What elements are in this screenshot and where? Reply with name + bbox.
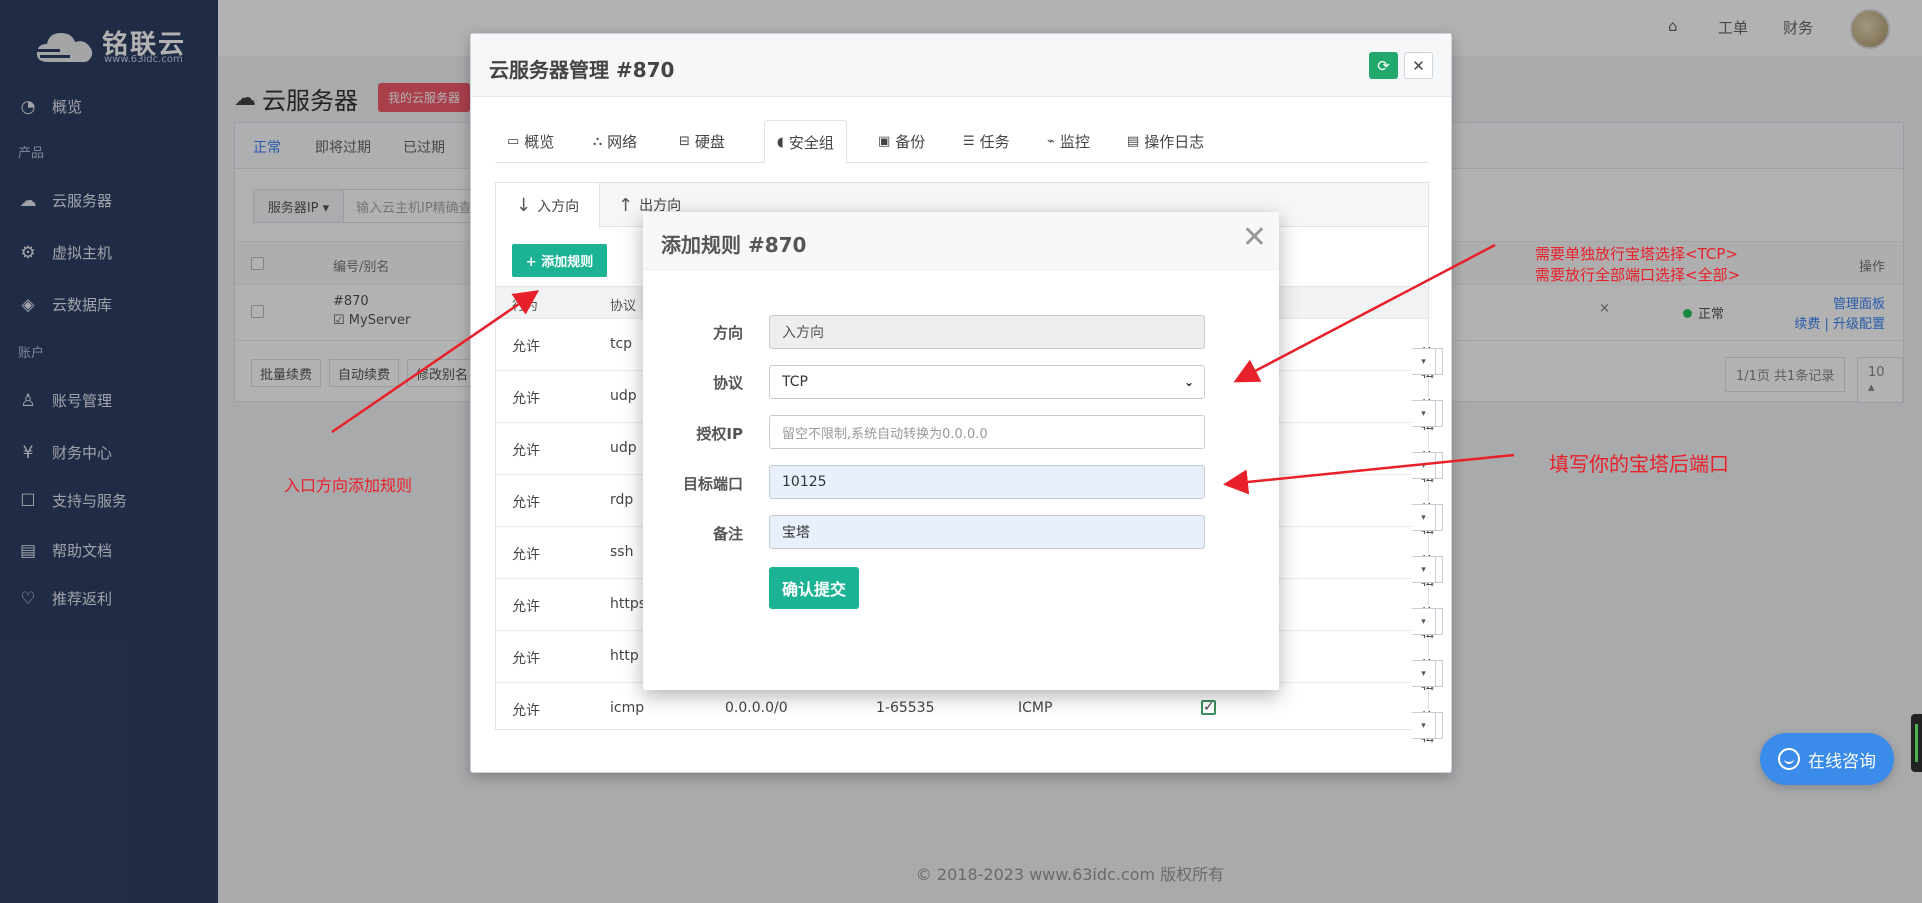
file-icon: ▤: [1127, 134, 1140, 149]
refresh-icon[interactable]: ⟳: [1369, 52, 1398, 79]
modal-title: 添加规则 #870: [661, 233, 807, 257]
direction-label: 方向: [712, 324, 743, 342]
tab-overview[interactable]: ▭ 概览: [495, 120, 566, 163]
side-widget-tab[interactable]: [1911, 714, 1922, 772]
col-action: 行为: [512, 299, 539, 314]
modal-title: 云服务器管理 #870: [489, 58, 675, 82]
table-row: 允许 icmp 0.0.0.0/0 1-65535 ICMP ✓ 编辑 ▾: [496, 683, 1444, 745]
chat-icon: [1778, 748, 1800, 770]
shield-icon: ◖: [777, 134, 784, 150]
target-port-label: 目标端口: [682, 475, 743, 493]
tab-disk[interactable]: ⊟ 硬盘: [667, 120, 737, 163]
protocol-label: 协议: [712, 374, 743, 392]
modal-header: 云服务器管理 #870 ⟳ ✕: [471, 34, 1451, 97]
server-tabs: ▭ 概览 ⛬ 网络 ⊟ 硬盘 ◖ 安全组 ▣ 备份 ☰ 任务 ⌁ 监控 ▤ 操作: [495, 120, 1429, 164]
rule-type: ICMP: [1018, 700, 1053, 716]
rule-port: 1-65535: [876, 700, 935, 716]
remark-label: 备注: [712, 525, 743, 543]
tab-monitor[interactable]: ⌁ 监控: [1035, 120, 1102, 163]
arrow-up-icon: ↑: [618, 194, 634, 216]
tab-operation-log[interactable]: ▤ 操作日志: [1115, 120, 1216, 163]
check-icon: ✓: [1201, 699, 1216, 715]
save-icon: ▣: [878, 134, 891, 149]
col-protocol: 协议: [610, 299, 637, 314]
auth-ip-label: 授权IP: [696, 425, 743, 443]
tab-tasks[interactable]: ☰ 任务: [951, 120, 1022, 163]
tasks-icon: ☰: [963, 134, 975, 149]
online-chat-button[interactable]: 在线咨询: [1760, 733, 1894, 785]
monitor-icon: ▭: [507, 134, 520, 149]
remark-input[interactable]: 宝塔: [769, 515, 1205, 549]
add-rule-modal: 添加规则 #870 ✕ 方向 入方向 协议 TCP ⌄ 授权IP 留空不限制,系…: [643, 212, 1279, 690]
annotation-protocol-1: 需要单独放行宝塔选择<TCP>: [1535, 245, 1738, 263]
tab-security-group[interactable]: ◖ 安全组: [764, 120, 847, 164]
tab-backup[interactable]: ▣ 备份: [866, 120, 937, 163]
close-icon[interactable]: ✕: [1404, 52, 1433, 79]
rule-ip: 0.0.0.0/0: [725, 700, 788, 716]
direction-field: 入方向: [769, 315, 1205, 349]
pulse-icon: ⌁: [1047, 134, 1055, 149]
chevron-down-icon: ⌄: [1183, 375, 1194, 389]
protocol-select[interactable]: TCP ⌄: [769, 365, 1205, 399]
add-rule-button[interactable]: + 添加规则: [512, 244, 607, 277]
tab-inbound[interactable]: ↓ 入方向: [496, 183, 601, 228]
disk-icon: ⊟: [679, 134, 690, 149]
annotation-protocol-2: 需要放行全部端口选择<全部>: [1535, 266, 1741, 284]
tab-network[interactable]: ⛬ 网络: [581, 120, 649, 163]
modal-header: 添加规则 #870 ✕: [643, 212, 1279, 270]
auth-ip-input[interactable]: 留空不限制,系统自动转换为0.0.0.0: [769, 415, 1205, 449]
annotation-port: 填写你的宝塔后端口: [1549, 452, 1729, 476]
network-icon: ⛬: [593, 134, 603, 149]
submit-button[interactable]: 确认提交: [769, 567, 859, 609]
annotation-left: 入口方向添加规则: [284, 476, 413, 495]
target-port-input[interactable]: 10125: [769, 465, 1205, 499]
chevron-down-icon[interactable]: ▾: [1412, 712, 1436, 739]
close-icon[interactable]: ✕: [1242, 220, 1267, 255]
arrow-down-icon: ↓: [516, 195, 532, 216]
